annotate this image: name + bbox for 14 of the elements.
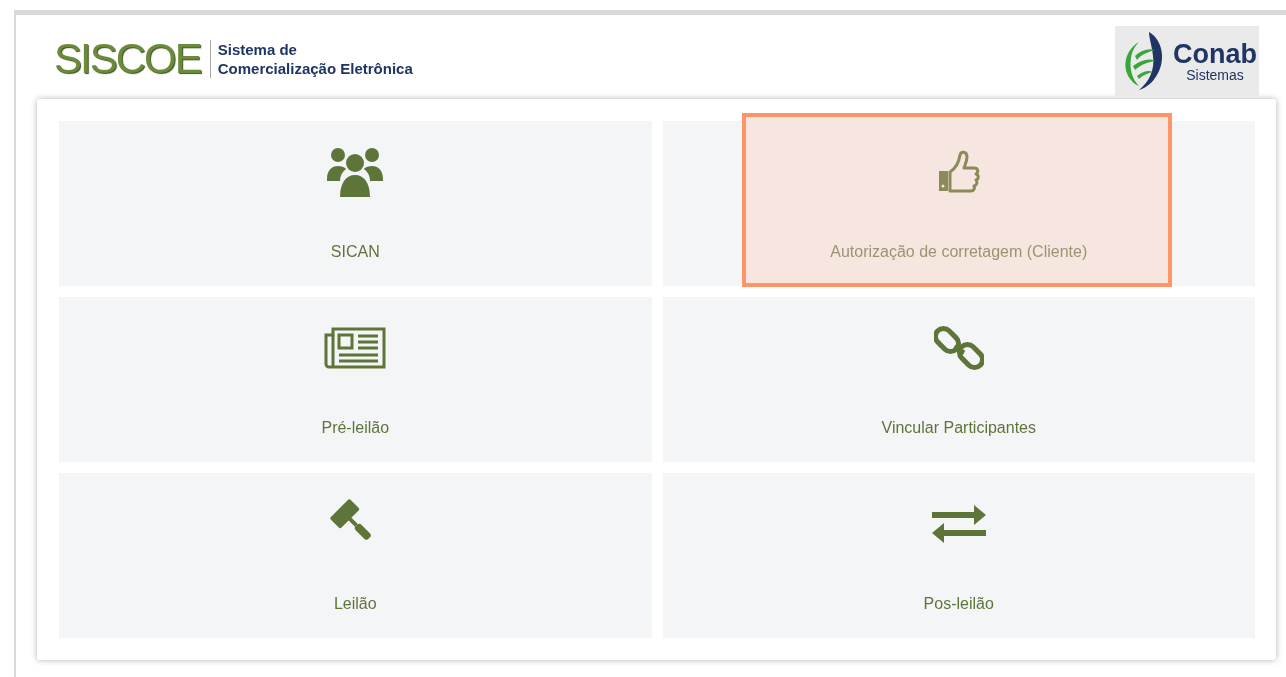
users-icon [326,145,385,199]
partner-tagline: Sistemas [1186,67,1244,83]
subtitle-text: Sistema de [217,40,298,59]
siscoe-logo: SISCOE [54,35,201,83]
newspaper-icon [324,326,387,370]
menu-tile[interactable]: Leilão [59,473,652,638]
subtitle-text: Comercialização Eletrônica [217,59,413,78]
menu-tile[interactable]: Vincular Participantes [662,297,1255,462]
menu-tile[interactable]: Pré-leilão [59,297,652,462]
partner-name: Conab [1173,39,1257,68]
link-icon [933,323,984,373]
menu-tile[interactable]: Pos-leilão [662,473,1255,638]
exchange-icon [930,503,987,545]
menu-tile[interactable]: SICAN [59,121,652,286]
